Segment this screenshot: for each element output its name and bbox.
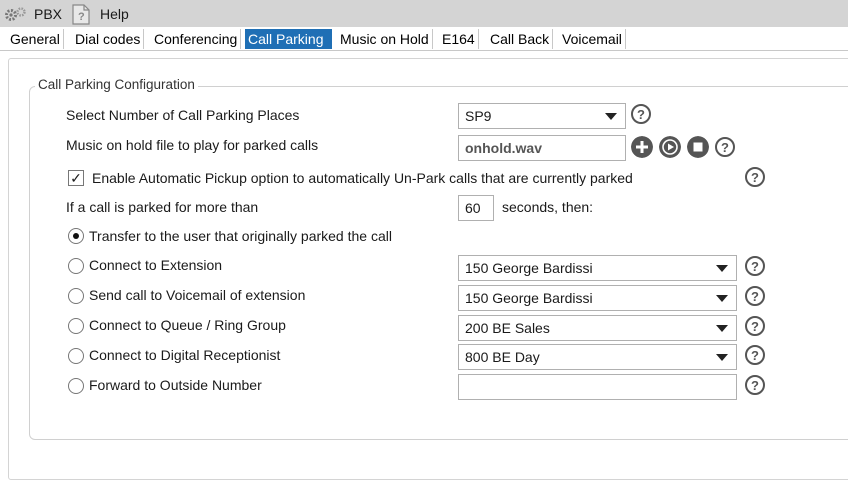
receptionist-select[interactable]: 800 BE Day <box>458 344 737 370</box>
tab-voicemail[interactable]: Voicemail <box>559 29 626 49</box>
tab-music-on-hold[interactable]: Music on Hold <box>337 29 433 49</box>
plus-icon[interactable] <box>631 136 653 158</box>
radio-connect-queue[interactable] <box>68 318 84 334</box>
help-icon[interactable]: ? <box>745 167 765 187</box>
menu-help[interactable]: ? Help <box>70 3 129 25</box>
help-document-icon: ? <box>72 3 90 25</box>
music-file-value: onhold.wav <box>465 140 542 156</box>
help-icon[interactable]: ? <box>715 137 735 157</box>
places-value: SP9 <box>465 108 492 124</box>
help-icon[interactable]: ? <box>745 375 765 395</box>
chevron-down-icon <box>716 325 728 332</box>
voicemail-extension-value: 150 George Bardissi <box>465 290 593 306</box>
option-label: Forward to Outside Number <box>89 377 262 393</box>
tab-call-back[interactable]: Call Back <box>487 29 554 49</box>
places-select[interactable]: SP9 <box>458 103 626 129</box>
option-label: Connect to Digital Receptionist <box>89 347 281 363</box>
menu-bar: PBX ? Help <box>0 0 848 27</box>
menu-pbx[interactable]: PBX <box>4 4 62 23</box>
option-label: Connect to Queue / Ring Group <box>89 317 286 333</box>
tab-call-parking[interactable]: Call Parking <box>245 29 332 49</box>
chevron-down-icon <box>716 265 728 272</box>
outside-number-input[interactable] <box>458 374 737 400</box>
gear-icon <box>5 6 26 21</box>
play-icon[interactable] <box>659 136 681 158</box>
auto-pickup-label: Enable Automatic Pickup option to automa… <box>92 170 633 186</box>
menu-pbx-label: PBX <box>34 5 63 22</box>
menu-help-label: Help <box>100 5 129 22</box>
option-label: Send call to Voicemail of extension <box>89 287 306 303</box>
radio-transfer-original[interactable] <box>68 228 84 244</box>
help-icon[interactable]: ? <box>631 104 651 124</box>
tab-conferencing[interactable]: Conferencing <box>151 29 242 49</box>
queue-select[interactable]: 200 BE Sales <box>458 315 737 341</box>
tab-bar: General Dial codes Conferencing Call Par… <box>0 27 848 51</box>
chevron-down-icon <box>605 113 617 120</box>
chevron-down-icon <box>716 354 728 361</box>
music-file-field[interactable]: onhold.wav <box>458 135 626 161</box>
radio-connect-extension[interactable] <box>68 258 84 274</box>
receptionist-value: 800 BE Day <box>465 349 540 365</box>
queue-value: 200 BE Sales <box>465 320 550 336</box>
timeout-seconds-input[interactable]: 60 <box>458 195 494 221</box>
option-label: Connect to Extension <box>89 257 223 273</box>
voicemail-extension-select[interactable]: 150 George Bardissi <box>458 285 737 311</box>
timeout-value: 60 <box>465 200 481 216</box>
tab-general[interactable]: General <box>7 29 64 49</box>
help-icon[interactable]: ? <box>745 316 765 336</box>
radio-send-voicemail[interactable] <box>68 288 84 304</box>
group-legend: Call Parking Configuration <box>35 77 198 92</box>
radio-digital-receptionist[interactable] <box>68 348 84 364</box>
help-icon[interactable]: ? <box>745 345 765 365</box>
stop-icon[interactable] <box>687 136 709 158</box>
svg-text:?: ? <box>78 11 85 23</box>
radio-forward-outside[interactable] <box>68 378 84 394</box>
tab-dial-codes[interactable]: Dial codes <box>72 29 145 49</box>
auto-pickup-checkbox[interactable]: ✓ <box>68 170 84 186</box>
music-label: Music on hold file to play for parked ca… <box>66 137 319 153</box>
help-icon[interactable]: ? <box>745 256 765 276</box>
tab-e164[interactable]: E164 <box>439 29 479 49</box>
chevron-down-icon <box>716 295 728 302</box>
help-icon[interactable]: ? <box>745 286 765 306</box>
places-label: Select Number of Call Parking Places <box>66 107 300 123</box>
extension-value: 150 George Bardissi <box>465 260 593 276</box>
option-label: Transfer to the user that originally par… <box>89 228 392 244</box>
timeout-suffix: seconds, then: <box>502 199 594 215</box>
timeout-prefix: If a call is parked for more than <box>66 199 259 215</box>
extension-select[interactable]: 150 George Bardissi <box>458 255 737 281</box>
